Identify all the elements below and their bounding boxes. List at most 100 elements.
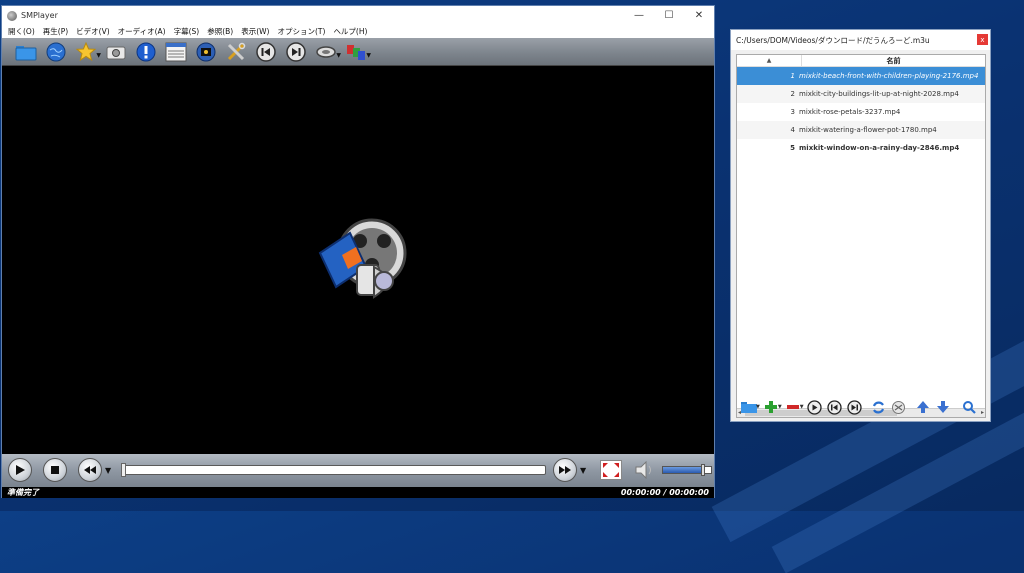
subtitles-button[interactable]: ▼ [341, 40, 371, 64]
menu-view[interactable]: 表示(W) [241, 26, 274, 37]
menu-subtitles[interactable]: 字幕(S) [174, 26, 205, 37]
rewind-menu-icon[interactable]: ▼ [105, 466, 111, 475]
speaker-icon [635, 460, 651, 480]
playlist-title: C:/Users/DOM/Videos/ダウンロード/だうんろーど.m3u [736, 35, 930, 45]
forward-menu-icon[interactable]: ▼ [580, 466, 586, 475]
add-icon [764, 401, 777, 413]
next-button[interactable] [281, 40, 311, 64]
play-button[interactable] [8, 458, 32, 482]
menu-open[interactable]: 開く(O) [8, 26, 40, 37]
open-folder-button[interactable] [11, 40, 41, 64]
preferences-tools-icon [227, 42, 246, 60]
playlist-close-button[interactable]: x [977, 34, 988, 45]
minimize-button[interactable]: — [624, 6, 654, 25]
video-area[interactable] [2, 67, 714, 454]
playlist-icon [165, 42, 187, 61]
playlist-row[interactable]: 1 mixkit-beach-front-with-children-playin… [737, 67, 985, 85]
preferences-button[interactable] [221, 40, 251, 64]
menu-options[interactable]: オプション(T) [278, 26, 331, 37]
smplayer-window: SMPlayer — ☐ ✕ 開く(O) 再生(P) ビデオ(V) オーディオ(… [1, 5, 715, 498]
playlist-title-bar[interactable]: C:/Users/DOM/Videos/ダウンロード/だうんろーど.m3u x [731, 30, 990, 50]
playlist-window: C:/Users/DOM/Videos/ダウンロード/だうんろーど.m3u x … [730, 29, 991, 422]
fullscreen-icon [603, 463, 619, 477]
playlist-move-down-button[interactable] [934, 398, 952, 416]
globe-icon [46, 42, 66, 61]
playlist-row-number: 5 [790, 144, 795, 152]
playlist-row[interactable]: 3 mixkit-rose-petals-3237.mp4 [737, 103, 985, 121]
menu-play[interactable]: 再生(P) [43, 26, 73, 37]
chevron-down-icon: ▼ [756, 404, 760, 410]
next-icon [847, 399, 862, 415]
rewind-button[interactable] [78, 458, 102, 482]
shuffle-icon [892, 400, 906, 414]
smplayer-logo-icon [318, 218, 407, 299]
menu-audio[interactable]: オーディオ(A) [118, 26, 171, 37]
playlist-row-number: 4 [790, 126, 795, 134]
playlist-shuffle-button[interactable] [890, 398, 908, 416]
playlist-move-up-button[interactable] [914, 398, 932, 416]
favorites-star-icon [76, 41, 96, 61]
arrow-up-icon [916, 401, 929, 413]
stop-button[interactable] [43, 458, 67, 482]
open-folder-icon [15, 45, 37, 60]
next-icon [286, 41, 306, 62]
playlist-row-name: mixkit-city-buildings-lit-up-at-night-20… [799, 90, 959, 98]
previous-icon [256, 41, 276, 62]
playlist-play-button[interactable] [806, 398, 824, 416]
forward-button[interactable] [553, 458, 577, 482]
menu-browse[interactable]: 参照(B) [207, 26, 238, 37]
playlist-row-number: 2 [790, 90, 795, 98]
stop-icon [51, 466, 59, 474]
time-display: 00:00:00 / 00:00:00 [620, 488, 709, 497]
audio-tracks-icon [316, 45, 336, 58]
playlist-row-number: 3 [790, 108, 795, 116]
playlist-row-name: mixkit-window-on-a-rainy-day-2846.mp4 [799, 144, 960, 152]
menu-video[interactable]: ビデオ(V) [76, 26, 114, 37]
disk-icon [196, 42, 216, 61]
chevron-down-icon: ▼ [799, 404, 804, 410]
chevron-down-icon: ▼ [777, 404, 782, 410]
open-url-button[interactable] [41, 40, 71, 64]
folder-icon [741, 402, 757, 413]
name-column-header[interactable]: 名前 [802, 55, 985, 66]
playlist-row[interactable]: 2 mixkit-city-buildings-lit-up-at-night-2… [737, 85, 985, 103]
info-icon [136, 42, 156, 61]
seek-handle[interactable] [121, 463, 126, 477]
arrow-down-icon [936, 401, 949, 413]
seek-slider[interactable] [121, 463, 546, 477]
repeat-icon [873, 401, 885, 413]
info-button[interactable] [131, 40, 161, 64]
previous-button[interactable] [251, 40, 281, 64]
subtitles-icon [347, 44, 365, 60]
menu-help[interactable]: ヘルプ(H) [333, 26, 372, 37]
favorites-button[interactable]: ▼ [71, 40, 101, 64]
playlist-button[interactable] [161, 40, 191, 64]
playlist-search-button[interactable] [960, 398, 978, 416]
volume-level [663, 467, 704, 473]
close-button[interactable]: ✕ [684, 6, 714, 25]
playlist-row-name: mixkit-beach-front-with-children-playing… [799, 72, 979, 80]
playlist-row-name: mixkit-watering-a-flower-pot-1780.mp4 [799, 126, 937, 134]
disk-button[interactable] [191, 40, 221, 64]
chevron-down-icon: ▼ [366, 51, 371, 59]
maximize-button[interactable]: ☐ [654, 6, 684, 25]
smplayer-app-icon [7, 10, 17, 21]
fullscreen-button[interactable] [600, 460, 622, 480]
remove-icon [786, 405, 799, 409]
playlist-repeat-button[interactable] [870, 398, 888, 416]
playlist-row[interactable]: 4 mixkit-watering-a-flower-pot-1780.mp4 [737, 121, 985, 139]
screenshot-camera-icon [106, 46, 126, 59]
mute-button[interactable] [634, 460, 656, 483]
playlist-previous-button[interactable] [826, 398, 844, 416]
volume-handle[interactable] [701, 464, 705, 476]
volume-slider[interactable] [662, 464, 712, 476]
sort-column-header[interactable]: ▲ [737, 55, 802, 66]
window-title: SMPlayer [21, 11, 58, 20]
main-toolbar: ▼ ▼ ▼ [2, 38, 714, 66]
audio-tracks-button[interactable]: ▼ [311, 40, 341, 64]
playlist-row[interactable]: 5 mixkit-window-on-a-rainy-day-2846.mp4 [737, 139, 985, 157]
rewind-icon [84, 466, 96, 474]
title-bar[interactable]: SMPlayer — ☐ ✕ [2, 6, 714, 25]
playlist-next-button[interactable] [846, 398, 864, 416]
screenshot-button[interactable] [101, 40, 131, 64]
